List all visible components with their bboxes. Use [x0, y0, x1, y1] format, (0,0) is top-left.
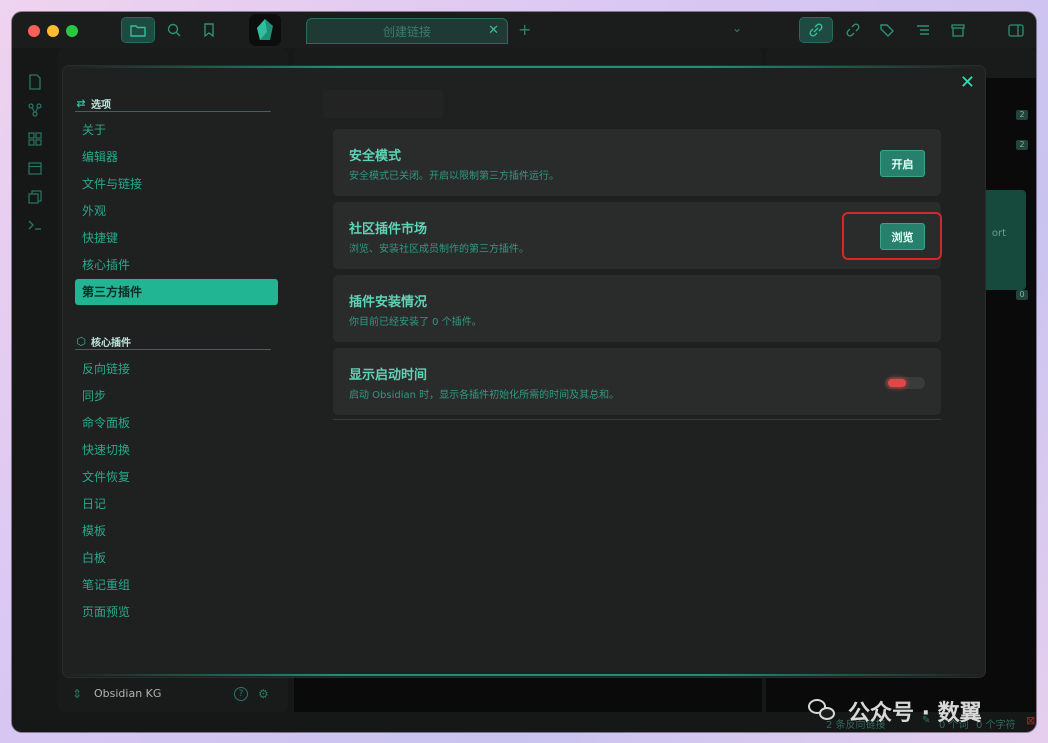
search-icon[interactable]: [158, 18, 190, 42]
wechat-icon: [808, 699, 838, 723]
outline-icon[interactable]: [907, 18, 939, 42]
tags-icon[interactable]: [872, 18, 904, 42]
settings-modal: ✕ ⇄ 选项 关于 编辑器 文件与链接 外观 快捷键 核心插件 第三方插件 ⬡ …: [63, 66, 985, 677]
nav-item-sync[interactable]: 同步: [75, 383, 278, 409]
tab-label: 创建链接: [382, 24, 431, 39]
tab-close-icon[interactable]: ✕: [488, 23, 499, 38]
nav-item-editor[interactable]: 编辑器: [75, 144, 278, 170]
setting-desc: 你目前已经安装了 0 个插件。: [349, 317, 482, 328]
tab-create-link[interactable]: 创建链接 ✕: [306, 18, 508, 44]
nav-item-files-links[interactable]: 文件与链接: [75, 171, 278, 197]
app-window: 创建链接 ✕ + ⌄ 2 2 ort 0 ⇕ Obsidian KG ? ⚙ 2…: [12, 12, 1036, 732]
setting-name: 社区插件市场: [349, 222, 428, 237]
settings-sidebar: ⇄ 选项 关于 编辑器 文件与链接 外观 快捷键 核心插件 第三方插件 ⬡ 核心…: [63, 66, 285, 677]
nav-item-file-recovery[interactable]: 文件恢复: [75, 464, 278, 490]
maximize-window-button[interactable]: [66, 25, 78, 37]
nav-item-community-plugins[interactable]: 第三方插件: [75, 279, 278, 305]
nav-item-daily-notes[interactable]: 日记: [75, 491, 278, 517]
content-title-ghost: [323, 90, 443, 118]
obsidian-logo: [249, 14, 281, 46]
nav-item-appearance[interactable]: 外观: [75, 198, 278, 224]
nav-item-about[interactable]: 关于: [75, 117, 278, 143]
plugin-icon: ⬡: [76, 335, 86, 348]
archive-icon[interactable]: [942, 18, 974, 42]
nav-item-hotkeys[interactable]: 快捷键: [75, 225, 278, 251]
setting-desc: 启动 Obsidian 时，显示各插件初始化所需的时间及其总和。: [349, 390, 620, 401]
nav-item-page-preview[interactable]: 页面预览: [75, 599, 278, 625]
setting-name: 插件安装情况: [349, 295, 428, 310]
wechat-watermark: 公众号 · 数翼: [808, 695, 982, 727]
divider: [333, 419, 941, 420]
startup-time-toggle[interactable]: [885, 377, 925, 389]
sliders-icon: ⇄: [76, 97, 86, 110]
setting-desc: 浏览、安装社区成员制作的第三方插件。: [349, 244, 529, 255]
watermark-text: 公众号 · 数翼: [848, 701, 982, 726]
unlinked-icon[interactable]: [837, 18, 869, 42]
minimize-window-button[interactable]: [47, 25, 59, 37]
modal-bottom-accent: [63, 674, 985, 676]
highlight-box: [842, 212, 942, 260]
turn-on-button[interactable]: 开启: [880, 150, 925, 177]
nav-item-templates[interactable]: 模板: [75, 518, 278, 544]
nav-item-canvas[interactable]: 白板: [75, 545, 278, 571]
toggle-knob: [888, 379, 906, 387]
section-title: 选项: [91, 100, 111, 111]
nav-item-core-plugins[interactable]: 核心插件: [75, 252, 278, 278]
new-tab-button[interactable]: +: [518, 20, 531, 39]
nav-item-note-composer[interactable]: 笔记重组: [75, 572, 278, 598]
section-title: 核心插件: [91, 338, 131, 349]
close-icon[interactable]: ✕: [960, 72, 975, 93]
options-section-header: ⇄ 选项: [75, 96, 271, 112]
title-bar: 创建链接 ✕ + ⌄: [12, 12, 1036, 48]
link-icon[interactable]: [799, 17, 833, 43]
nav-item-backlinks[interactable]: 反向链接: [75, 356, 278, 382]
folder-icon[interactable]: [121, 17, 155, 43]
setting-safe-mode: 安全模式 安全模式已关闭。开启以限制第三方插件运行。 开启: [333, 129, 941, 196]
bookmark-icon[interactable]: [193, 18, 225, 42]
core-plugins-section-header: ⬡ 核心插件: [75, 334, 271, 350]
chevron-down-icon[interactable]: ⌄: [732, 21, 742, 35]
nav-item-command-palette[interactable]: 命令面板: [75, 410, 278, 436]
sidebar-toggle-icon[interactable]: [1000, 18, 1032, 42]
setting-installed-plugins: 插件安装情况 你目前已经安装了 0 个插件。: [333, 275, 941, 342]
setting-name: 安全模式: [349, 149, 402, 164]
setting-name: 显示启动时间: [349, 368, 428, 383]
close-window-button[interactable]: [28, 25, 40, 37]
nav-item-quick-switcher[interactable]: 快速切换: [75, 437, 278, 463]
setting-startup-time: 显示启动时间 启动 Obsidian 时，显示各插件初始化所需的时间及其总和。: [333, 348, 941, 415]
setting-desc: 安全模式已关闭。开启以限制第三方插件运行。: [349, 171, 559, 182]
